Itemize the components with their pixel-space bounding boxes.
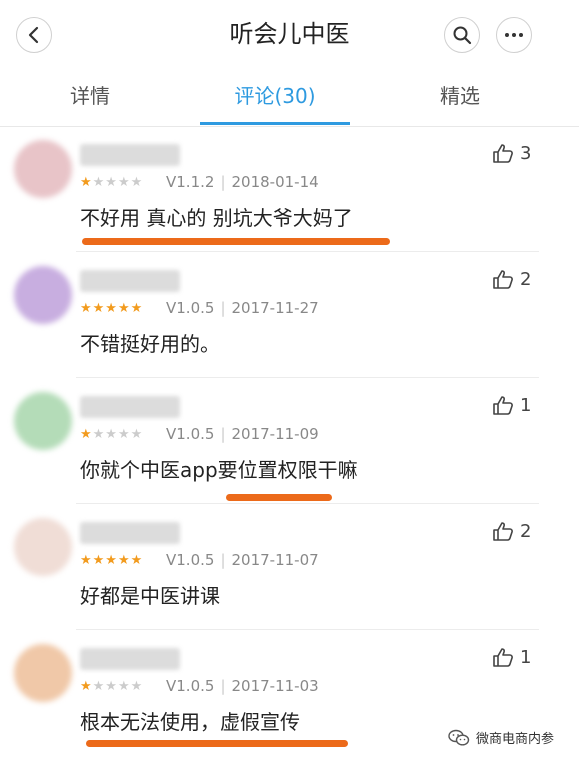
back-button[interactable] bbox=[16, 17, 52, 53]
more-button[interactable] bbox=[496, 17, 532, 53]
more-dots-icon bbox=[505, 33, 523, 37]
like-count: 2 bbox=[520, 520, 532, 542]
star-icon: ★ bbox=[80, 679, 93, 694]
review-date: 2017-11-07 bbox=[231, 551, 319, 569]
avatar bbox=[14, 518, 72, 576]
avatar bbox=[14, 644, 72, 702]
watermark-text: 微商电商内参 bbox=[476, 732, 555, 747]
thumbs-up-icon bbox=[493, 648, 513, 667]
star-icon: ★★★★ bbox=[92, 175, 144, 190]
star-icon: ★ bbox=[80, 175, 93, 190]
review-meta: V1.1.2 | 2018-01-14 bbox=[166, 173, 319, 191]
thumbs-up-icon bbox=[493, 270, 513, 289]
star-rating: ★★★★★ bbox=[80, 174, 143, 192]
star-rating: ★★★★★ bbox=[80, 300, 143, 318]
review-text: 不好用 真心的 别坑大爷大妈了 bbox=[80, 206, 353, 230]
watermark: 微商电商内参 bbox=[448, 728, 554, 747]
review-text: 好都是中医讲课 bbox=[80, 584, 220, 608]
star-rating: ★★★★★ bbox=[80, 426, 143, 444]
app-version: V1.0.5 bbox=[166, 299, 215, 317]
like-count: 2 bbox=[520, 268, 532, 290]
wechat-icon bbox=[448, 729, 470, 746]
thumbs-up-icon bbox=[493, 144, 513, 163]
star-icon: ★★★★★ bbox=[80, 553, 144, 568]
highlight-underline bbox=[86, 740, 348, 747]
tab-featured[interactable]: 精选 bbox=[410, 80, 510, 112]
like-button[interactable]: 1 bbox=[492, 644, 531, 670]
review-meta: V1.0.5 | 2017-11-09 bbox=[166, 425, 319, 443]
like-count: 1 bbox=[520, 646, 532, 668]
star-icon: ★★★★ bbox=[92, 427, 144, 442]
review-date: 2017-11-09 bbox=[231, 425, 319, 443]
page-title: 听会儿中医 bbox=[229, 20, 350, 48]
avatar bbox=[14, 266, 72, 324]
review-meta: V1.0.5 | 2017-11-03 bbox=[166, 677, 319, 695]
review-meta: V1.0.5 | 2017-11-07 bbox=[166, 551, 319, 569]
username-blurred bbox=[80, 648, 180, 670]
username-blurred bbox=[80, 144, 180, 166]
star-icon: ★ bbox=[80, 427, 93, 442]
avatar bbox=[14, 392, 72, 450]
highlight-underline bbox=[82, 238, 390, 245]
review-meta: V1.0.5 | 2017-11-27 bbox=[166, 299, 319, 317]
like-count: 1 bbox=[520, 394, 532, 416]
app-version: V1.0.5 bbox=[166, 677, 215, 695]
highlight-underline bbox=[226, 494, 332, 501]
like-button[interactable]: 2 bbox=[492, 266, 531, 292]
app-version: V1.0.5 bbox=[166, 551, 215, 569]
review-date: 2018-01-14 bbox=[231, 173, 319, 191]
like-button[interactable]: 1 bbox=[492, 392, 531, 418]
review-item: ★★★★★ V1.0.5 | 2017-11-27 不错挺好用的。 2 bbox=[0, 252, 579, 378]
review-text: 不错挺好用的。 bbox=[80, 332, 220, 356]
review-item: ★★★★★ V1.0.5 | 2017-11-07 好都是中医讲课 2 bbox=[0, 504, 579, 630]
star-rating: ★★★★★ bbox=[80, 552, 143, 570]
app-version: V1.0.5 bbox=[166, 425, 215, 443]
chevron-left-icon bbox=[28, 26, 39, 44]
review-item: ★★★★★ V1.1.2 | 2018-01-14 不好用 真心的 别坑大爷大妈了 … bbox=[0, 126, 579, 252]
username-blurred bbox=[80, 396, 180, 418]
review-date: 2017-11-27 bbox=[231, 299, 319, 317]
like-button[interactable]: 3 bbox=[492, 140, 531, 166]
star-icon: ★★★★★ bbox=[80, 301, 144, 316]
star-rating: ★★★★★ bbox=[80, 678, 143, 696]
like-button[interactable]: 2 bbox=[492, 518, 531, 544]
review-item: ★★★★★ V1.0.5 | 2017-11-09 你就个中医app要位置权限干嘛 … bbox=[0, 378, 579, 504]
review-text: 根本无法使用，虚假宣传 bbox=[80, 710, 300, 734]
tab-bar: 详情 评论(30) 精选 bbox=[0, 64, 579, 127]
thumbs-up-icon bbox=[493, 522, 513, 541]
username-blurred bbox=[80, 522, 180, 544]
active-tab-indicator bbox=[200, 122, 350, 125]
username-blurred bbox=[80, 270, 180, 292]
app-version: V1.1.2 bbox=[166, 173, 215, 191]
top-bar: 听会儿中医 bbox=[0, 0, 579, 64]
search-icon bbox=[453, 26, 472, 45]
star-icon: ★★★★ bbox=[92, 679, 144, 694]
tab-comments[interactable]: 评论(30) bbox=[200, 80, 350, 112]
tab-details[interactable]: 详情 bbox=[40, 80, 140, 112]
avatar bbox=[14, 140, 72, 198]
thumbs-up-icon bbox=[493, 396, 513, 415]
review-date: 2017-11-03 bbox=[231, 677, 319, 695]
search-button[interactable] bbox=[444, 17, 480, 53]
like-count: 3 bbox=[520, 142, 532, 164]
review-text: 你就个中医app要位置权限干嘛 bbox=[80, 458, 358, 482]
